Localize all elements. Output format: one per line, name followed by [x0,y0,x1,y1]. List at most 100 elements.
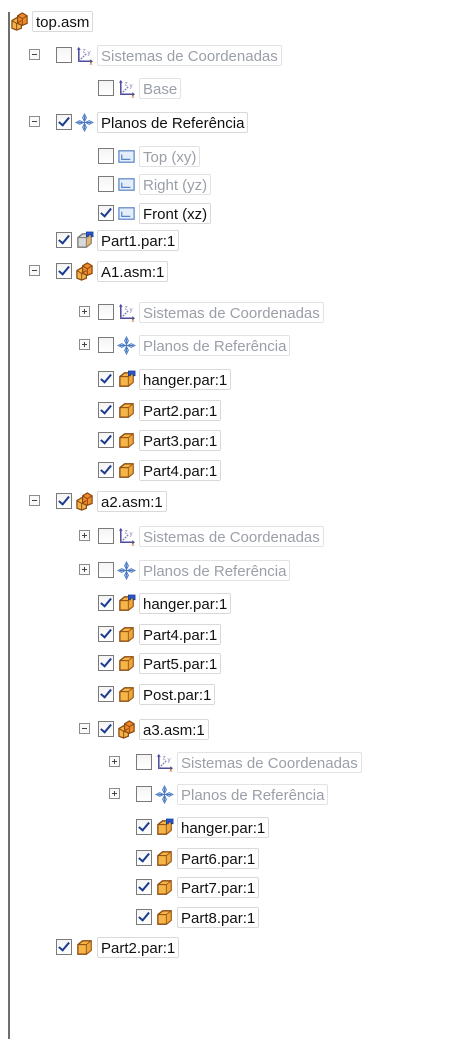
visibility-checkbox[interactable] [98,655,114,671]
visibility-checkbox[interactable] [136,786,152,802]
tree-item-label[interactable]: Part8.par:1 [177,907,260,928]
tree-row[interactable]: Part3.par:1 [0,429,465,455]
tree-item-label[interactable]: Base [139,78,182,99]
expand-icon[interactable] [109,756,120,767]
tree-item-label[interactable]: top.asm [32,11,94,32]
visibility-checkbox[interactable] [98,528,114,544]
tree-row[interactable]: Post.par:1 [0,683,465,709]
tree-item-label[interactable]: Planos de Referência [177,784,329,805]
tree-row[interactable]: a2.asm:1 [0,490,465,516]
expand-icon[interactable] [79,564,90,575]
tree-row[interactable]: hanger.par:1 [0,816,465,842]
visibility-checkbox[interactable] [56,263,72,279]
tree-item-label[interactable]: Planos de Referência [139,560,291,581]
tree-row[interactable]: Part8.par:1 [0,906,465,932]
tree-row[interactable]: Planos de Referência [0,559,465,585]
expand-icon[interactable] [79,530,90,541]
visibility-checkbox[interactable] [56,493,72,509]
visibility-checkbox[interactable] [98,80,114,96]
tree-item-label[interactable]: Sistemas de Coordenadas [139,526,324,547]
visibility-checkbox[interactable] [98,686,114,702]
tree-row[interactable]: Part4.par:1 [0,623,465,649]
tree-item-label[interactable]: Part4.par:1 [139,624,222,645]
visibility-checkbox[interactable] [56,939,72,955]
visibility-checkbox[interactable] [136,850,152,866]
collapse-icon[interactable] [29,49,40,60]
tree-item-label[interactable]: Sistemas de Coordenadas [177,752,362,773]
tree-row[interactable]: hanger.par:1 [0,592,465,618]
visibility-checkbox[interactable] [98,304,114,320]
visibility-checkbox[interactable] [98,562,114,578]
tree-row[interactable]: Part6.par:1 [0,847,465,873]
visibility-checkbox[interactable] [136,909,152,925]
tree-item-label[interactable]: Part7.par:1 [177,877,260,898]
tree-item-label[interactable]: Front (xz) [139,203,212,224]
collapse-icon[interactable] [79,723,90,734]
visibility-checkbox[interactable] [98,462,114,478]
tree-row[interactable]: Planos de Referência [0,111,465,137]
visibility-checkbox[interactable] [98,371,114,387]
visibility-checkbox[interactable] [98,337,114,353]
tree-item-label[interactable]: hanger.par:1 [139,593,232,614]
tree-row[interactable]: Top (xy) [0,145,465,171]
visibility-checkbox[interactable] [98,176,114,192]
tree-item-label[interactable]: a2.asm:1 [97,491,167,512]
collapse-icon[interactable] [29,265,40,276]
tree-item-label[interactable]: Part2.par:1 [139,400,222,421]
visibility-checkbox[interactable] [136,879,152,895]
tree-row[interactable]: hanger.par:1 [0,368,465,394]
tree-item-label[interactable]: hanger.par:1 [139,369,232,390]
tree-row[interactable]: Front (xz) [0,202,465,228]
expand-icon[interactable] [109,788,120,799]
visibility-checkbox[interactable] [98,205,114,221]
visibility-checkbox[interactable] [56,232,72,248]
tree-item-label[interactable]: Sistemas de Coordenadas [139,302,324,323]
tree-row[interactable]: Planos de Referência [0,334,465,360]
tree-row[interactable]: z y x Sistemas de Coordenadas [0,525,465,551]
tree-item-label[interactable]: Sistemas de Coordenadas [97,45,282,66]
tree-row[interactable]: A1.asm:1 [0,260,465,286]
tree-row[interactable]: Part1.par:1 [0,229,465,255]
expand-icon[interactable] [79,306,90,317]
tree-item-label[interactable]: Part6.par:1 [177,848,260,869]
visibility-checkbox[interactable] [98,721,114,737]
tree-item-label[interactable]: Top (xy) [139,146,201,167]
collapse-icon[interactable] [29,495,40,506]
visibility-checkbox[interactable] [98,432,114,448]
visibility-checkbox[interactable] [56,47,72,63]
tree-item-label[interactable]: Planos de Referência [139,335,291,356]
tree-row[interactable]: top.asm [0,10,465,36]
tree-item-label[interactable]: Planos de Referência [97,112,249,133]
tree-row[interactable]: Planos de Referência [0,783,465,809]
visibility-checkbox[interactable] [136,754,152,770]
expand-icon[interactable] [79,339,90,350]
tree-row[interactable]: z y x Sistemas de Coordenadas [0,44,465,70]
visibility-checkbox[interactable] [98,402,114,418]
tree-item-label[interactable]: a3.asm:1 [139,719,209,740]
visibility-checkbox[interactable] [98,148,114,164]
tree-item-label[interactable]: Part4.par:1 [139,460,222,481]
collapse-icon[interactable] [29,116,40,127]
visibility-checkbox[interactable] [136,819,152,835]
visibility-checkbox[interactable] [98,626,114,642]
tree-item-label[interactable]: Right (yz) [139,174,212,195]
tree-row[interactable]: Part4.par:1 [0,459,465,485]
tree-item-label[interactable]: Part2.par:1 [97,937,180,958]
tree-row[interactable]: z y x Sistemas de Coordenadas [0,301,465,327]
tree-item-label[interactable]: Part1.par:1 [97,230,180,251]
tree-row[interactable]: Part2.par:1 [0,399,465,425]
tree-item-label[interactable]: Part5.par:1 [139,653,222,674]
tree-row[interactable]: z y x Sistemas de Coordenadas [0,751,465,777]
visibility-checkbox[interactable] [56,114,72,130]
tree-row[interactable]: Part2.par:1 [0,936,465,962]
visibility-checkbox[interactable] [98,595,114,611]
tree-row[interactable]: Part5.par:1 [0,652,465,678]
tree-item-label[interactable]: hanger.par:1 [177,817,270,838]
tree-row[interactable]: z y x Base [0,77,465,103]
tree-row[interactable]: a3.asm:1 [0,718,465,744]
tree-row[interactable]: Right (yz) [0,173,465,199]
tree-item-label[interactable]: Post.par:1 [139,684,216,705]
tree-item-label[interactable]: A1.asm:1 [97,261,169,282]
tree-row[interactable]: Part7.par:1 [0,876,465,902]
tree-item-label[interactable]: Part3.par:1 [139,430,222,451]
